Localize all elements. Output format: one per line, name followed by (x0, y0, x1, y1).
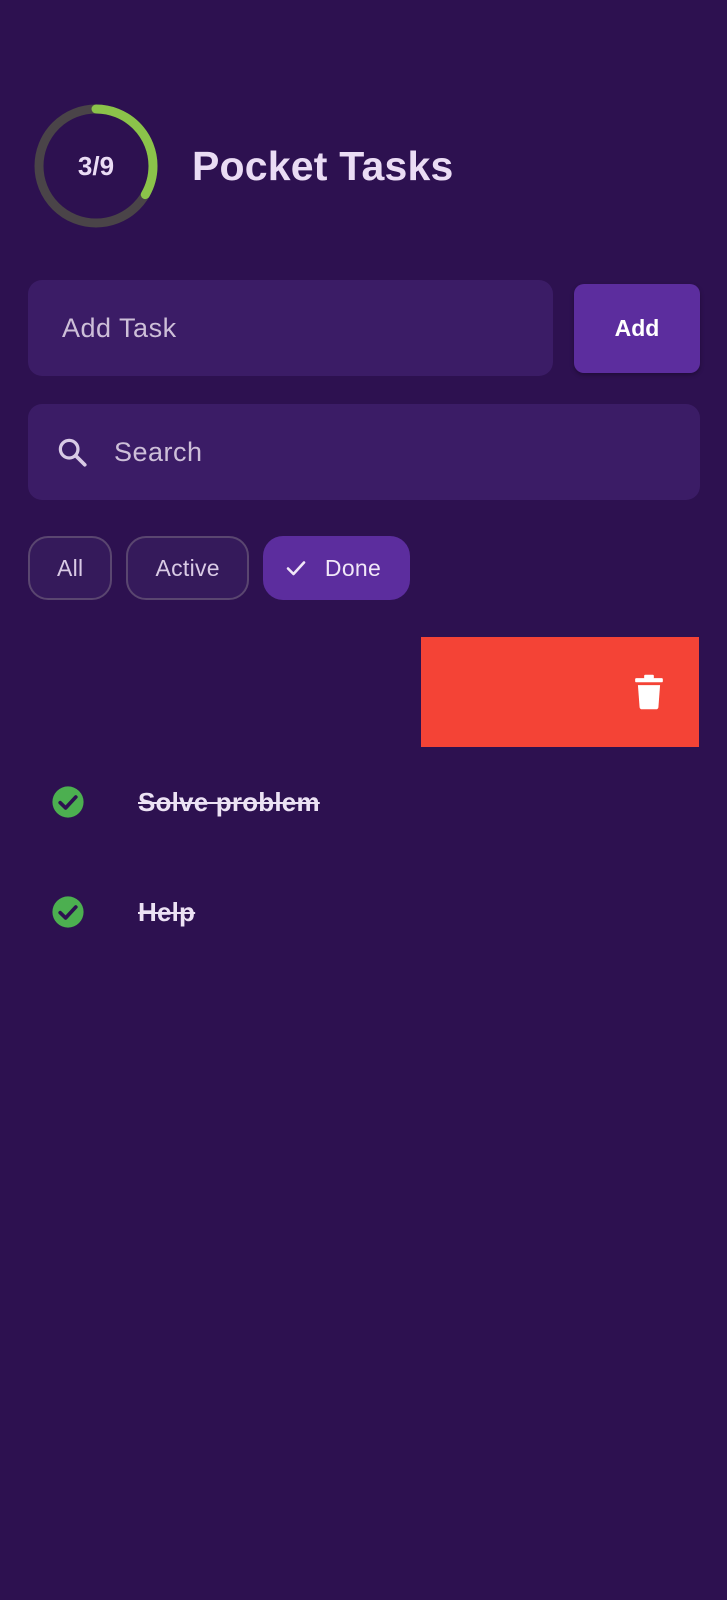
task-item[interactable]: Help (0, 857, 727, 967)
filter-chip-label: Done (324, 554, 382, 581)
filter-chip-label: Active (155, 554, 220, 581)
search-icon (52, 432, 92, 472)
check-circle-icon[interactable] (51, 785, 85, 819)
filter-chip-all[interactable]: All (28, 536, 113, 600)
check-circle-icon[interactable] (51, 895, 85, 929)
filter-chip-label: All (57, 554, 84, 581)
app-title: Pocket Tasks (192, 142, 454, 189)
trash-icon (632, 674, 666, 710)
check-icon (283, 555, 309, 581)
filter-chip-done[interactable]: Done (262, 536, 411, 600)
header: 3/9 Pocket Tasks (32, 102, 453, 230)
add-task-input[interactable]: Add Task (28, 280, 553, 376)
filter-chips: All Active Done (28, 536, 411, 600)
filter-chip-active[interactable]: Active (126, 536, 249, 600)
task-title: Solve problem (138, 786, 320, 817)
add-task-row: Add Task Add (28, 280, 700, 376)
task-item[interactable]: Solve problem (0, 747, 727, 857)
delete-background[interactable] (421, 637, 699, 747)
add-button[interactable]: Add (574, 284, 700, 373)
task-title: Help (138, 896, 196, 927)
progress-ring: 3/9 (32, 102, 160, 230)
swiped-task-row[interactable]: ot (0, 637, 727, 747)
search-input[interactable]: Search (28, 404, 700, 500)
search-placeholder: Search (114, 436, 203, 467)
progress-count: 3/9 (77, 150, 115, 181)
